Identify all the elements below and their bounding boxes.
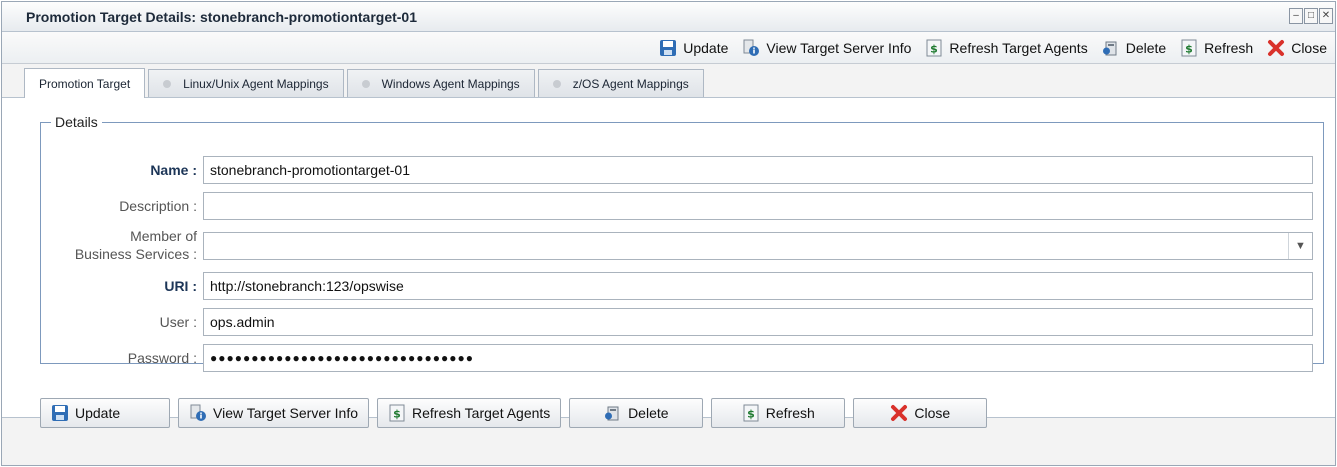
tab-zos-agent-mappings[interactable]: z/OS Agent Mappings xyxy=(537,69,704,97)
title-bar: Promotion Target Details: stonebranch-pr… xyxy=(2,2,1335,32)
toolbar-refresh-target-agents-label: Refresh Target Agents xyxy=(949,39,1088,56)
refresh-document-icon: $ xyxy=(388,404,406,422)
status-dot-icon xyxy=(361,79,370,88)
uri-label: URI : xyxy=(164,278,197,294)
name-label: Name : xyxy=(150,162,197,178)
server-info-icon xyxy=(189,404,207,422)
tab-promotion-target[interactable]: Promotion Target xyxy=(24,68,146,98)
svg-text:$: $ xyxy=(747,408,755,421)
status-dot-icon xyxy=(552,79,561,88)
member-of-label-line1: Member of xyxy=(130,228,197,244)
details-legend: Details xyxy=(55,114,98,130)
tab-label: Promotion Target xyxy=(39,76,131,91)
toolbar-view-target-server-info-label: View Target Server Info xyxy=(766,39,912,56)
floppy-disk-icon xyxy=(51,404,69,422)
svg-text:$: $ xyxy=(931,42,939,55)
refresh-document-icon: $ xyxy=(925,39,943,57)
window-title: Promotion Target Details: stonebranch-pr… xyxy=(26,8,417,25)
close-button-label: Close xyxy=(914,405,951,421)
toolbar-refresh-button[interactable]: $ Refresh xyxy=(1180,39,1253,57)
update-button-label: Update xyxy=(75,405,121,421)
floppy-disk-icon xyxy=(659,39,677,57)
refresh-button-label: Refresh xyxy=(765,405,815,421)
toolbar-delete-label: Delete xyxy=(1125,39,1167,56)
tab-label: Windows Agent Mappings xyxy=(381,76,520,91)
refresh-icon: $ xyxy=(1180,39,1198,57)
name-input[interactable]: stonebranch-promotiontarget-01 xyxy=(203,156,1313,184)
tab-label: z/OS Agent Mappings xyxy=(572,76,689,91)
view-target-server-info-button[interactable]: View Target Server Info xyxy=(178,398,370,428)
details-fieldset: Details Name : stonebranch-promotiontarg… xyxy=(40,114,1324,372)
bottom-button-bar: Update View Target Server Info $ Refresh… xyxy=(40,398,995,428)
close-x-icon xyxy=(1267,39,1285,57)
close-window-icon[interactable]: ✕ xyxy=(1319,8,1333,24)
uri-value: http://stonebranch:123/opswise xyxy=(210,278,404,294)
delete-server-icon xyxy=(604,404,622,422)
description-label: Description : xyxy=(119,198,197,214)
user-input[interactable]: ops.admin xyxy=(203,308,1313,336)
update-button[interactable]: Update xyxy=(40,398,170,428)
svg-text:$: $ xyxy=(1185,42,1193,55)
svg-text:$: $ xyxy=(393,408,401,421)
delete-button-label: Delete xyxy=(628,405,669,421)
window-controls: – □ ✕ xyxy=(1289,8,1333,24)
close-x-icon xyxy=(890,404,908,422)
uri-input[interactable]: http://stonebranch:123/opswise xyxy=(203,272,1313,300)
name-value: stonebranch-promotiontarget-01 xyxy=(210,162,411,178)
minimize-icon[interactable]: – xyxy=(1289,8,1303,24)
toolbar-view-target-server-info-button[interactable]: View Target Server Info xyxy=(742,39,911,57)
user-label: User : xyxy=(159,314,197,330)
close-button[interactable]: Close xyxy=(853,398,988,428)
delete-server-icon xyxy=(1102,39,1120,57)
toolbar-refresh-target-agents-button[interactable]: $ Refresh Target Agents xyxy=(925,39,1088,57)
tab-strip: Promotion Target Linux/Unix Agent Mappin… xyxy=(2,64,1335,98)
toolbar-close-label: Close xyxy=(1291,39,1327,56)
refresh-target-agents-button[interactable]: $ Refresh Target Agents xyxy=(377,398,562,428)
maximize-icon[interactable]: □ xyxy=(1304,8,1318,24)
description-input[interactable] xyxy=(203,192,1313,220)
tab-label: Linux/Unix Agent Mappings xyxy=(183,76,329,91)
tab-content: Details Name : stonebranch-promotiontarg… xyxy=(2,98,1335,418)
promotion-target-window: Promotion Target Details: stonebranch-pr… xyxy=(1,1,1336,466)
server-info-icon xyxy=(742,39,760,57)
refresh-button[interactable]: $ Refresh xyxy=(711,398,846,428)
password-label: Password : xyxy=(127,350,197,366)
view-target-server-info-label: View Target Server Info xyxy=(213,405,359,421)
tab-linux-unix-agent-mappings[interactable]: Linux/Unix Agent Mappings xyxy=(148,69,344,97)
refresh-icon: $ xyxy=(742,404,760,422)
business-services-select[interactable]: ▼ xyxy=(203,232,1313,260)
toolbar-refresh-label: Refresh xyxy=(1204,39,1254,56)
toolbar-update-button[interactable]: Update xyxy=(659,39,728,57)
toolbar-close-button[interactable]: Close xyxy=(1267,39,1327,57)
tab-windows-agent-mappings[interactable]: Windows Agent Mappings xyxy=(346,69,535,97)
chevron-down-icon[interactable]: ▼ xyxy=(1288,233,1312,259)
status-dot-icon xyxy=(163,79,172,88)
password-value: ●●●●●●●●●●●●●●●●●●●●●●●●●●●●●●●● xyxy=(210,351,474,365)
top-toolbar: Update View Target Server Info $ Refresh… xyxy=(2,32,1335,64)
refresh-target-agents-label: Refresh Target Agents xyxy=(412,405,551,421)
delete-button[interactable]: Delete xyxy=(569,398,704,428)
user-value: ops.admin xyxy=(210,314,275,330)
password-input[interactable]: ●●●●●●●●●●●●●●●●●●●●●●●●●●●●●●●● xyxy=(203,344,1313,372)
toolbar-delete-button[interactable]: Delete xyxy=(1102,39,1166,57)
toolbar-update-label: Update xyxy=(683,39,729,56)
member-of-label-line2: Business Services : xyxy=(74,246,197,262)
